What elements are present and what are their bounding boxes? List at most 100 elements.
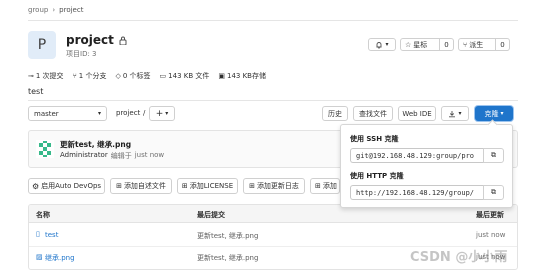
- author-avatar[interactable]: [36, 140, 54, 158]
- breadcrumb: group › project: [28, 6, 83, 14]
- identicon-icon: [36, 140, 54, 158]
- add-license-button[interactable]: ⊞ 添加LICENSE: [177, 178, 238, 194]
- branch-selector[interactable]: master ▾: [28, 106, 107, 121]
- commit-author[interactable]: Administrator: [60, 151, 108, 161]
- add-more-label: 添加: [322, 182, 337, 190]
- download-button[interactable]: ▾: [441, 106, 469, 121]
- file-name-link[interactable]: 继承.png: [45, 253, 75, 263]
- add-more-button[interactable]: ⊞ 添加: [310, 178, 340, 194]
- clone-button[interactable]: 克隆 ▾: [475, 106, 513, 121]
- breadcrumb-separator: ›: [52, 6, 56, 14]
- lock-icon: [119, 36, 127, 45]
- plus-square-icon: ⊞: [181, 182, 188, 190]
- commit-action: 编辑于: [110, 152, 132, 160]
- star-count: 0: [439, 39, 453, 50]
- commit-message[interactable]: 更新test, 继承.png: [60, 139, 131, 150]
- header-divider: [28, 100, 518, 101]
- plus-square-icon: ⊞: [116, 182, 122, 190]
- copy-icon: ⧉: [491, 151, 496, 159]
- file-updated: just now: [476, 231, 506, 239]
- add-changelog-label: 添加更新日志: [256, 182, 299, 190]
- clone-label: 克隆: [484, 109, 499, 118]
- project-name[interactable]: project: [66, 33, 114, 47]
- file-last-commit[interactable]: 更新test, 继承.png: [197, 231, 258, 241]
- history-button[interactable]: 历史: [322, 106, 348, 121]
- column-header-last-update: 最后更新: [476, 211, 504, 219]
- copy-http-url-button[interactable]: ⧉: [483, 185, 504, 200]
- commit-meta: Administrator 编辑于 just now: [60, 151, 164, 161]
- file-last-commit[interactable]: 更新test, 继承.png: [197, 253, 258, 263]
- file-doc-icon: ▯: [36, 230, 40, 238]
- star-label: 星标: [413, 40, 428, 49]
- chevron-down-icon: ▾: [97, 110, 101, 117]
- breadcrumb-divider: [28, 20, 518, 21]
- tag-icon: ◇: [115, 72, 121, 80]
- commits-count: 1 次提交: [35, 72, 64, 80]
- chevron-down-icon: ▾: [500, 110, 504, 117]
- ssh-url-field[interactable]: git@192.168.48.129:group/pro: [350, 148, 483, 163]
- ssh-clone-title: 使用 SSH 克隆: [350, 135, 399, 143]
- file-table-row[interactable]: [29, 223, 517, 247]
- fork-label: 派生: [469, 40, 484, 49]
- star-icon: ☆: [405, 40, 412, 49]
- files-stat[interactable]: ▭ 143 KB 文件: [160, 71, 210, 81]
- find-file-button[interactable]: 查找文件: [353, 106, 393, 121]
- add-changelog-button[interactable]: ⊞ 添加更新日志: [243, 178, 305, 194]
- project-avatar-letter: P: [37, 37, 47, 53]
- project-stats: ⊸ 1 次提交 ⑂ 1 个分支 ◇ 0 个标签 ▭ 143 KB 文件 ▣ 14…: [28, 71, 266, 81]
- chevron-down-icon: ▾: [165, 110, 169, 117]
- add-readme-button[interactable]: ⊞ 添加自述文件: [110, 178, 172, 194]
- http-url-text: http://192.168.48.129/group/: [356, 188, 475, 197]
- breadcrumb-project[interactable]: project: [59, 6, 83, 14]
- branch-name: master: [34, 109, 59, 118]
- commit-time: just now: [134, 151, 165, 159]
- star-button[interactable]: ☆ 星标 0: [400, 38, 454, 51]
- enable-auto-devops-button[interactable]: ⚙ 启用Auto DevOps: [28, 178, 105, 194]
- copy-ssh-url-button[interactable]: ⧉: [483, 148, 504, 163]
- add-readme-label: 添加自述文件: [123, 182, 166, 190]
- project-id: 项目ID: 3: [66, 50, 97, 58]
- project-avatar: P: [28, 31, 56, 59]
- chevron-down-icon: ▾: [458, 110, 462, 117]
- file-icon: ▭: [159, 72, 167, 80]
- tags-stat[interactable]: ◇ 0 个标签: [115, 71, 150, 81]
- column-header-last-commit: 最后提交: [197, 211, 225, 219]
- storage-icon: ▣: [218, 72, 225, 80]
- commit-icon: ⊸: [28, 72, 34, 80]
- notification-button[interactable]: ▾: [368, 38, 396, 51]
- gear-icon: ⚙: [31, 181, 40, 191]
- clone-dropdown: 使用 SSH 克隆 git@192.168.48.129:group/pro ⧉…: [340, 119, 513, 208]
- ssh-url-text: git@192.168.48.129:group/pro: [356, 151, 475, 160]
- storage-size: 143 KB存储: [227, 72, 266, 80]
- tags-count: 0 个标签: [122, 72, 151, 80]
- clone-dropdown-caret: [487, 119, 498, 130]
- repo-path-separator: /: [143, 109, 146, 117]
- storage-stat[interactable]: ▣ 143 KB存储: [218, 71, 266, 81]
- fork-button[interactable]: ⑂ 派生 0: [458, 38, 510, 51]
- file-name-link[interactable]: test: [45, 231, 58, 239]
- commits-stat[interactable]: ⊸ 1 次提交: [28, 71, 64, 81]
- http-url-field[interactable]: http://192.168.48.129/group/: [350, 185, 483, 200]
- http-clone-title: 使用 HTTP 克隆: [350, 172, 404, 180]
- branches-stat[interactable]: ⑂ 1 个分支: [73, 71, 107, 81]
- notification-caret: ▾: [385, 41, 389, 48]
- add-license-label: 添加LICENSE: [189, 182, 234, 190]
- web-ide-button[interactable]: Web IDE: [398, 106, 436, 121]
- fork-count: 0: [495, 39, 509, 50]
- breadcrumb-group[interactable]: group: [28, 6, 48, 14]
- column-header-name: 名称: [36, 211, 50, 219]
- branches-count: 1 个分支: [78, 72, 107, 80]
- enable-auto-devops-label: 启用Auto DevOps: [41, 182, 102, 190]
- plus-icon: +: [155, 108, 164, 119]
- bell-icon: [376, 41, 382, 48]
- csdn-watermark: CSDN @小小雨: [410, 250, 508, 265]
- add-file-dropdown[interactable]: + ▾: [149, 106, 175, 121]
- plus-square-icon: ⊞: [315, 182, 321, 190]
- copy-icon: ⧉: [491, 188, 496, 196]
- repo-path[interactable]: project: [116, 109, 140, 117]
- project-description: test: [28, 87, 44, 96]
- download-icon: [449, 110, 456, 117]
- branch-icon: ⑂: [72, 72, 77, 80]
- plus-square-icon: ⊞: [249, 182, 255, 190]
- files-size: 143 KB 文件: [168, 72, 210, 80]
